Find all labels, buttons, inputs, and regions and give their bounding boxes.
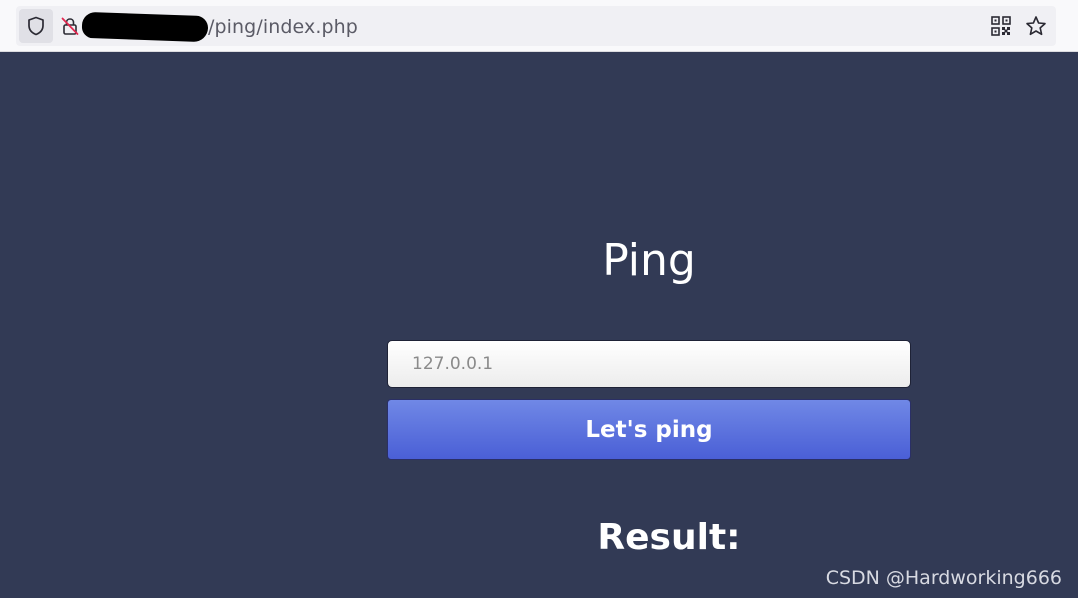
address-bar[interactable]: /ping/index.php [16,6,1056,46]
tracking-protection-button[interactable] [19,9,53,43]
qr-code-icon[interactable] [991,16,1011,36]
shield-icon [28,16,44,36]
watermark: CSDN @Hardworking666 [825,567,1062,589]
page-title: Ping [602,235,696,286]
ping-page: Ping Let's ping Result: CSDN @Hardworkin… [0,52,1078,598]
url-text[interactable]: /ping/index.php [208,16,358,38]
result-label: Result: [597,517,741,558]
insecure-lock-icon[interactable] [60,16,80,36]
ping-button[interactable]: Let's ping [387,399,911,460]
ip-address-input[interactable] [387,340,911,388]
url-redaction [81,11,209,43]
bookmark-star-icon[interactable] [1025,15,1047,37]
browser-toolbar: /ping/index.php [0,0,1078,52]
